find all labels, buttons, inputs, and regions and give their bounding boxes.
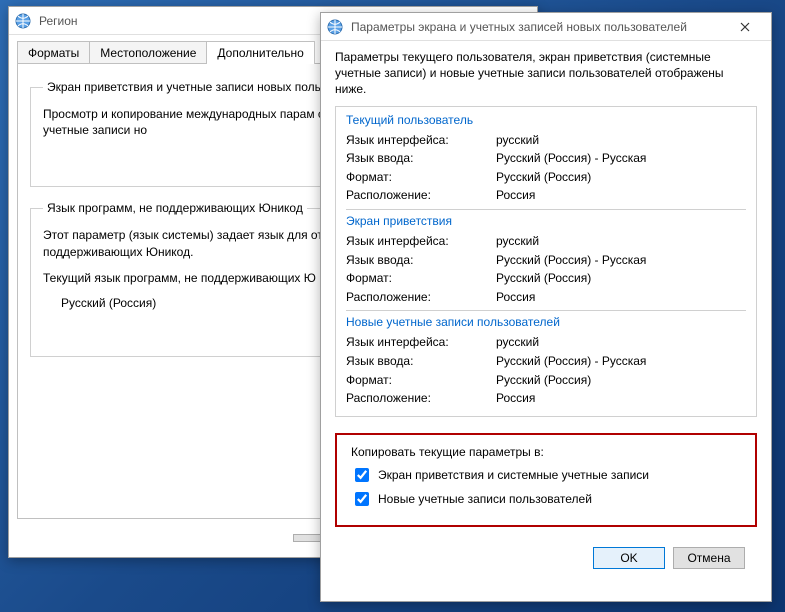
cu-format: Русский (Россия): [496, 168, 746, 187]
welcome-title: Параметры экрана и учетных записей новых…: [351, 20, 725, 34]
section-welcome-title: Экран приветствия: [346, 214, 746, 228]
cu-location: Россия: [496, 186, 746, 205]
close-icon: [740, 22, 750, 32]
label-ui-lang: Язык интерфейса:: [346, 131, 496, 150]
ws-location: Россия: [496, 288, 746, 307]
nu-input-lang: Русский (Россия) - Русская: [496, 352, 746, 371]
cu-ui-lang-row: Язык интерфейса:русский: [346, 131, 746, 150]
nu-location: Россия: [496, 389, 746, 408]
cu-location-row: Расположение:Россия: [346, 186, 746, 205]
ws-format-row: Формат:Русский (Россия): [346, 269, 746, 288]
ws-ui-lang: русский: [496, 232, 746, 251]
cu-format-row: Формат:Русский (Россия): [346, 168, 746, 187]
nu-input-lang-row: Язык ввода:Русский (Россия) - Русская: [346, 352, 746, 371]
copy-welcome-checkbox[interactable]: [355, 468, 369, 482]
copy-newusers-checkbox[interactable]: [355, 492, 369, 506]
divider: [346, 209, 746, 210]
nu-ui-lang: русский: [496, 333, 746, 352]
divider: [346, 310, 746, 311]
copy-newusers-row: Новые учетные записи пользователей: [351, 489, 741, 509]
cu-input-lang: Русский (Россия) - Русская: [496, 149, 746, 168]
label-format: Формат:: [346, 168, 496, 187]
copy-settings-box: Копировать текущие параметры в: Экран пр…: [335, 433, 757, 527]
section-new-users-title: Новые учетные записи пользователей: [346, 315, 746, 329]
ws-input-lang-row: Язык ввода:Русский (Россия) - Русская: [346, 251, 746, 270]
section-current-user-title: Текущий пользователь: [346, 113, 746, 127]
nu-format-row: Формат:Русский (Россия): [346, 371, 746, 390]
welcome-body: Параметры текущего пользователя, экран п…: [321, 41, 771, 585]
copy-newusers-label: Новые учетные записи пользователей: [378, 492, 592, 506]
ok-button[interactable]: OK: [593, 547, 665, 569]
welcome-dialog-buttons: OK Отмена: [335, 541, 757, 579]
tab-advanced[interactable]: Дополнительно: [206, 41, 314, 64]
settings-sections: Текущий пользователь Язык интерфейса:рус…: [335, 106, 757, 417]
ws-location-row: Расположение:Россия: [346, 288, 746, 307]
label-location: Расположение:: [346, 186, 496, 205]
group-welcome-legend: Экран приветствия и учетные записи новых…: [43, 80, 330, 94]
cu-input-lang-row: Язык ввода:Русский (Россия) - Русская: [346, 149, 746, 168]
copy-welcome-row: Экран приветствия и системные учетные за…: [351, 465, 741, 485]
intro-text: Параметры текущего пользователя, экран п…: [335, 49, 757, 98]
cancel-button[interactable]: Отмена: [673, 547, 745, 569]
cu-ui-lang: русский: [496, 131, 746, 150]
ws-input-lang: Русский (Россия) - Русская: [496, 251, 746, 270]
tab-location[interactable]: Местоположение: [89, 41, 207, 64]
ws-format: Русский (Россия): [496, 269, 746, 288]
close-button[interactable]: [725, 16, 765, 38]
nu-location-row: Расположение:Россия: [346, 389, 746, 408]
tab-formats[interactable]: Форматы: [17, 41, 90, 64]
welcome-settings-window: Параметры экрана и учетных записей новых…: [320, 12, 772, 602]
group-nonunicode-legend: Язык программ, не поддерживающих Юникод: [43, 201, 307, 215]
welcome-titlebar: Параметры экрана и учетных записей новых…: [321, 13, 771, 41]
globe-icon: [327, 19, 343, 35]
label-input-lang: Язык ввода:: [346, 149, 496, 168]
nu-ui-lang-row: Язык интерфейса:русский: [346, 333, 746, 352]
copy-welcome-label: Экран приветствия и системные учетные за…: [378, 468, 649, 482]
copy-heading: Копировать текущие параметры в:: [351, 445, 741, 459]
globe-icon: [15, 13, 31, 29]
nu-format: Русский (Россия): [496, 371, 746, 390]
ws-ui-lang-row: Язык интерфейса:русский: [346, 232, 746, 251]
